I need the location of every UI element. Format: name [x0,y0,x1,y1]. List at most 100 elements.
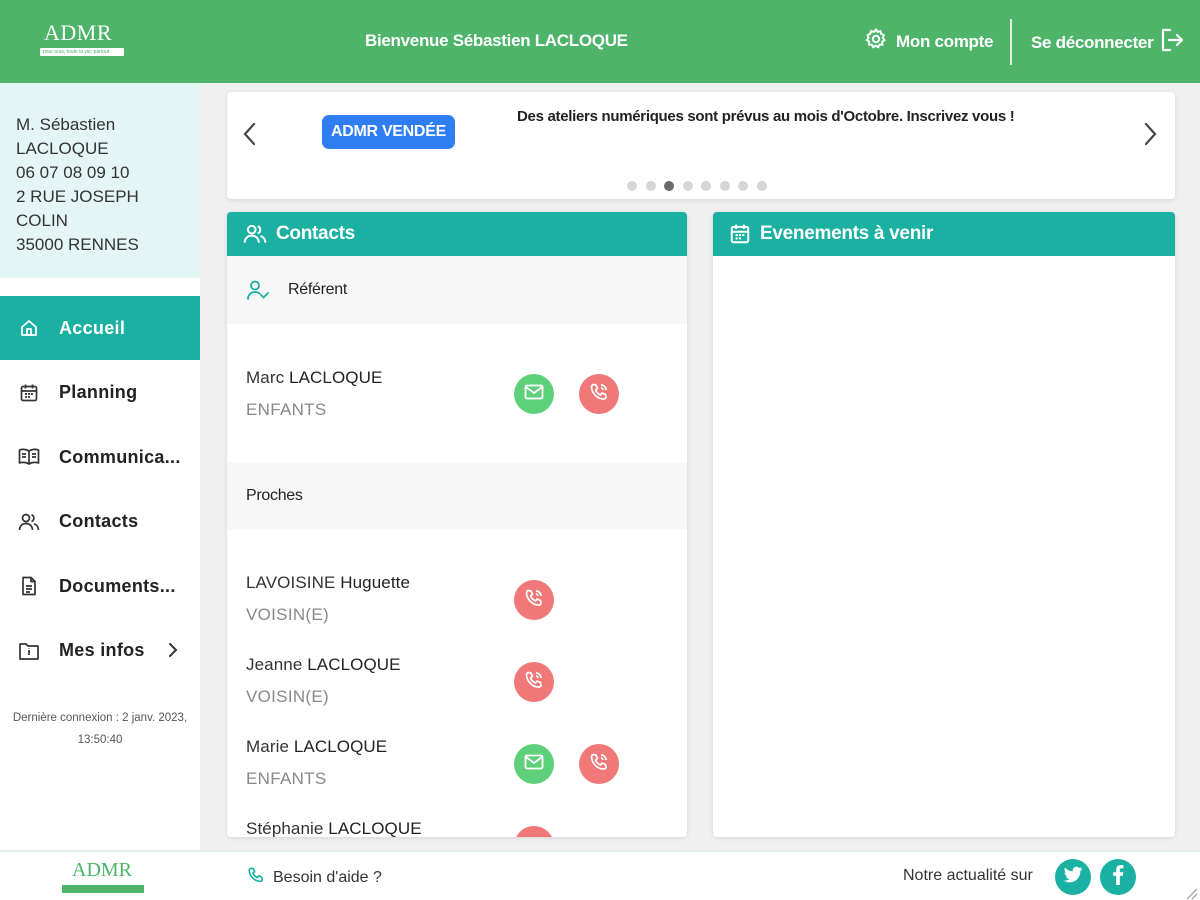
sidebar-item-mes-infos[interactable]: Mes infos [0,619,200,683]
envelope-icon [524,384,544,405]
last-login: Dernière connexion : 2 janv. 2023, 13:50… [0,707,200,751]
list-item: Stéphanie LACLOQUE [227,819,687,837]
admr-vendee-badge[interactable]: ADMR VENDÉE [322,115,455,149]
call-button[interactable] [514,580,554,620]
contact-relation: ENFANTS [246,769,327,788]
my-account-label: Mon compte [896,31,994,51]
sidebar-item-communication[interactable]: Communica... [0,425,200,489]
welcome-message: Bienvenue Sébastien LACLOQUE [365,31,628,50]
phone-icon [524,588,544,613]
my-account-button[interactable]: Mon compte [864,27,993,56]
email-button[interactable] [514,374,554,414]
user-name-line2: LACLOQUE [16,139,109,158]
chevron-left-icon[interactable] [241,120,259,153]
contact-last-name: LACLOQUE [328,819,422,837]
user-address-line1: 2 RUE JOSEPH [16,187,139,206]
sidebar-item-label: Communica... [59,446,181,467]
footer: ADMR Besoin d'aide ? Notre actualité sur [0,850,1200,900]
call-button[interactable] [579,744,619,784]
contact-relation: VOISIN(E) [246,687,329,706]
sidebar-item-accueil[interactable]: Accueil [0,296,200,360]
referent-section-header: Référent [227,256,687,324]
book-icon [18,446,40,468]
last-login-line1: Dernière connexion : 2 janv. 2023, [12,712,188,724]
header-divider [1010,19,1012,65]
phone-icon [589,752,609,777]
contact-last-name: Huguette [340,573,411,592]
carousel-dot[interactable] [645,181,656,191]
email-button[interactable] [514,744,554,784]
contact-last-name: LACLOQUE [289,368,383,387]
carousel-dot[interactable] [719,181,730,191]
document-icon [18,575,40,597]
facebook-button[interactable] [1100,859,1136,895]
phone-icon [247,866,265,889]
carousel-dot[interactable] [682,181,693,191]
sidebar-item-label: Documents... [59,575,176,596]
user-name-line1: M. Sébastien [16,115,116,134]
sidebar-item-label: Mes infos [59,640,145,661]
people-icon [243,223,267,245]
sidebar-item-label: Accueil [59,317,126,338]
call-button[interactable] [514,662,554,702]
user-address-line2: COLIN [16,211,68,230]
resize-handle-icon[interactable] [1182,884,1198,900]
contacts-panel: Contacts Référent Marc LACLOQUE ENFANTS … [227,212,687,837]
list-item: Jeanne LACLOQUE VOISIN(E) [227,655,687,737]
list-item: Marie LACLOQUE ENFANTS [227,737,687,819]
proches-section-header: Proches [227,462,687,530]
help-link[interactable]: Besoin d'aide ? [247,866,382,889]
carousel-dot[interactable] [664,181,674,191]
news-label: Notre actualité sur [903,867,1033,884]
contact-first-name: Jeanne [246,655,303,674]
call-button[interactable] [579,374,619,414]
footer-admr-logo[interactable]: ADMR [62,857,144,897]
logout-button[interactable]: Se déconnecter [1031,27,1185,58]
carousel-dot[interactable] [756,181,767,191]
events-panel: Evenements à venir [713,212,1175,837]
contact-first-name: Marie [246,737,290,756]
carousel-dots [627,181,767,191]
logo-tagline: pour tous, toute la vie, partout [43,49,110,55]
sidebar-item-planning[interactable]: Planning [0,361,200,425]
call-button[interactable] [514,826,554,837]
carousel-message: Des ateliers numériques sont prévus au m… [517,108,1015,125]
contact-relation: ENFANTS [246,400,327,419]
user-address-line3: 35000 RENNES [16,235,139,254]
sidebar-nav: Accueil Planning Communica... Contacts D… [0,296,200,683]
referent-label: Référent [288,281,347,298]
list-item: Marc LACLOQUE ENFANTS [227,368,687,450]
chevron-right-icon[interactable] [1141,120,1159,153]
contact-last-name: LACLOQUE [293,737,388,756]
facebook-icon [1112,864,1124,890]
sidebar: M. Sébastien LACLOQUE 06 07 08 09 10 2 R… [0,83,200,850]
list-item: LAVOISINE Huguette VOISIN(E) [227,573,687,655]
contacts-panel-title: Contacts [276,223,355,244]
twitter-button[interactable] [1055,859,1091,895]
contact-first-name: LAVOISINE [246,573,336,592]
user-check-icon [246,279,270,301]
contact-relation: VOISIN(E) [246,605,329,624]
sidebar-item-documents[interactable]: Documents... [0,554,200,618]
carousel-dot[interactable] [627,181,637,191]
home-icon [18,317,40,339]
top-header: ADMR pour tous, toute la vie, partout Bi… [0,0,1200,83]
people-icon [18,511,40,533]
sidebar-item-contacts[interactable]: Contacts [0,490,200,554]
events-panel-title: Evenements à venir [760,223,934,244]
contacts-panel-header: Contacts [227,212,687,256]
admr-logo[interactable]: ADMR pour tous, toute la vie, partout [40,18,124,64]
logout-icon [1159,27,1185,58]
carousel-dot[interactable] [738,181,748,191]
envelope-icon [524,754,544,775]
calendar-icon [729,223,751,245]
folder-info-icon [18,640,40,662]
twitter-icon [1063,866,1083,889]
contact-first-name: Stéphanie [246,819,324,837]
carousel-dot[interactable] [701,181,711,191]
gear-icon [864,27,888,56]
contact-first-name: Marc [246,368,285,387]
calendar-icon [18,382,40,404]
phone-icon [589,382,609,407]
user-info-card: M. Sébastien LACLOQUE 06 07 08 09 10 2 R… [0,83,200,278]
